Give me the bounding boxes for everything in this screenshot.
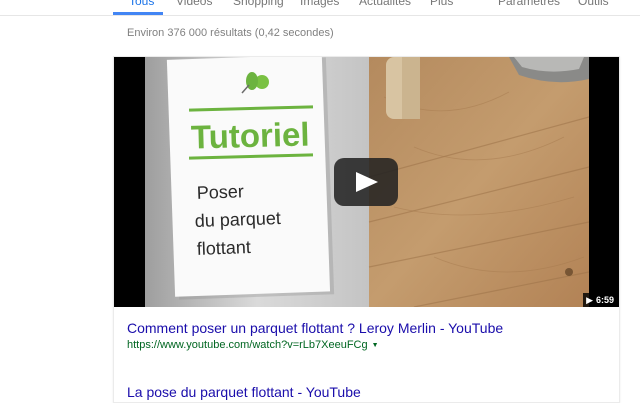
play-icon bbox=[356, 172, 378, 192]
svg-text:Poser: Poser bbox=[196, 181, 244, 203]
video-url-text: https://www.youtube.com/watch?v=rLb7Xeeu… bbox=[127, 339, 368, 351]
tab-all[interactable]: Tous bbox=[129, 0, 154, 8]
active-tab-indicator bbox=[113, 12, 163, 15]
tab-videos[interactable]: Vidéos bbox=[176, 0, 212, 8]
video-result-card: Tutoriel Poser du parquet flottant ▶ 6:59… bbox=[113, 56, 620, 403]
video-result-title-link[interactable]: Comment poser un parquet flottant ? Lero… bbox=[127, 320, 503, 336]
tab-news[interactable]: Actualités bbox=[359, 0, 411, 8]
play-icon: ▶ bbox=[586, 295, 593, 305]
tab-settings[interactable]: Paramètres bbox=[498, 0, 560, 8]
search-tabs-bar: Tous Vidéos Shopping Images Actualités P… bbox=[0, 0, 640, 16]
video-duration-badge: ▶ 6:59 bbox=[583, 293, 618, 307]
result-stats: Environ 376 000 résultats (0,42 secondes… bbox=[127, 27, 334, 39]
tab-images[interactable]: Images bbox=[300, 0, 339, 8]
video-thumbnail[interactable]: Tutoriel Poser du parquet flottant ▶ 6:59 bbox=[114, 57, 619, 307]
tab-tools[interactable]: Outils bbox=[578, 0, 609, 8]
svg-text:du parquet: du parquet bbox=[194, 208, 281, 231]
tab-shopping[interactable]: Shopping bbox=[233, 0, 284, 8]
second-result-title-link[interactable]: La pose du parquet flottant - YouTube bbox=[127, 384, 361, 400]
svg-text:flottant: flottant bbox=[196, 237, 251, 259]
dropdown-caret-icon[interactable]: ▼ bbox=[372, 342, 379, 349]
video-duration: 6:59 bbox=[595, 295, 614, 305]
tab-more[interactable]: Plus bbox=[430, 0, 453, 8]
svg-text:Tutoriel: Tutoriel bbox=[190, 115, 309, 155]
video-result-url: https://www.youtube.com/watch?v=rLb7Xeeu… bbox=[127, 339, 379, 351]
play-button[interactable] bbox=[334, 158, 398, 206]
